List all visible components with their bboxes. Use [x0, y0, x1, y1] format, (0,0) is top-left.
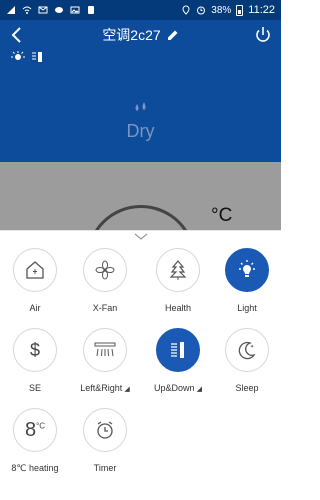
wifi-icon	[22, 6, 32, 14]
swing-status-icon	[32, 52, 42, 62]
alarm-clock-icon	[97, 421, 113, 439]
left-right-label: Left&Right ◢	[80, 383, 130, 393]
8c-heating-icon-circle[interactable]: 8°C	[13, 408, 57, 452]
device-header: 空调2c27 Dry	[0, 20, 281, 162]
status-bar: 38% 11:22	[0, 0, 281, 20]
up-down-icon-circle[interactable]	[156, 328, 200, 372]
xfan-button[interactable]: X-Fan	[70, 248, 140, 313]
svg-text:✦: ✦	[250, 344, 254, 350]
se-button[interactable]: $ SE	[0, 328, 70, 393]
horizontal-swing-icon	[94, 342, 116, 357]
light-button[interactable]: Light	[212, 248, 282, 313]
mail-icon	[38, 6, 48, 14]
sleep-icon-circle[interactable]: ✦	[225, 328, 269, 372]
power-icon[interactable]	[253, 25, 273, 45]
edit-pencil-icon[interactable]	[167, 29, 179, 41]
eight-degree-icon: 8°C	[24, 418, 46, 441]
device-title[interactable]: 空调2c27	[102, 25, 178, 45]
dropdown-triangle-icon: ◢	[124, 386, 130, 393]
dropdown-triangle-icon: ◢	[196, 386, 202, 393]
clock: 11:22	[248, 4, 275, 16]
bulb-icon	[239, 260, 255, 277]
left-right-swing-button[interactable]: Left&Right ◢	[70, 328, 140, 393]
xfan-label: X-Fan	[92, 303, 118, 313]
health-button[interactable]: Health	[143, 248, 213, 313]
light-icon-circle[interactable]	[225, 248, 269, 292]
se-icon-circle[interactable]: $	[13, 328, 57, 372]
alarm-icon	[197, 6, 206, 15]
light-status-icon	[11, 51, 25, 60]
xfan-icon-circle[interactable]	[83, 248, 127, 292]
signal-icon	[7, 6, 15, 14]
function-panel: Air X-Fan Health Light $ SE Left&Right ◢…	[0, 230, 281, 500]
8c-heating-label: 8℃ heating	[11, 463, 59, 473]
chat-icon	[55, 7, 63, 13]
health-label: Health	[164, 303, 191, 313]
8c-heating-button[interactable]: 8°C 8℃ heating	[0, 408, 70, 474]
timer-button[interactable]: Timer	[70, 408, 140, 473]
air-icon-circle[interactable]	[13, 248, 57, 292]
battery-percent: 38%	[211, 4, 232, 16]
location-icon	[182, 5, 190, 15]
back-arrow-icon[interactable]	[8, 25, 28, 45]
sleep-button[interactable]: ✦ Sleep	[212, 328, 282, 393]
tree-icon	[169, 260, 187, 280]
sleep-label: Sleep	[235, 383, 259, 393]
temperature-unit: °C	[211, 205, 233, 226]
se-label: SE	[28, 383, 41, 393]
collapse-chevron-icon[interactable]	[134, 232, 148, 242]
air-label: Air	[29, 303, 41, 313]
battery-icon	[236, 4, 244, 16]
moon-icon: ✦	[238, 341, 256, 360]
up-down-swing-button[interactable]: Up&Down ◢	[143, 328, 213, 393]
air-button[interactable]: Air	[0, 248, 70, 313]
health-icon-circle[interactable]	[156, 248, 200, 292]
left-right-icon-circle[interactable]	[83, 328, 127, 372]
device-name: 空调2c27	[102, 27, 161, 43]
light-label: Light	[237, 303, 257, 313]
fan-icon	[95, 260, 115, 280]
vertical-swing-icon	[171, 342, 184, 358]
image-icon	[70, 6, 80, 14]
mode-label: Dry	[126, 121, 155, 141]
timer-label: Timer	[93, 463, 117, 473]
dollar-icon: $	[29, 339, 40, 360]
mode-display: Dry	[0, 102, 281, 142]
timer-icon-circle[interactable]	[83, 408, 127, 452]
notification-icon	[88, 6, 94, 14]
house-fan-icon	[26, 261, 44, 279]
up-down-label: Up&Down ◢	[154, 383, 202, 393]
dry-drops-icon	[0, 102, 281, 119]
